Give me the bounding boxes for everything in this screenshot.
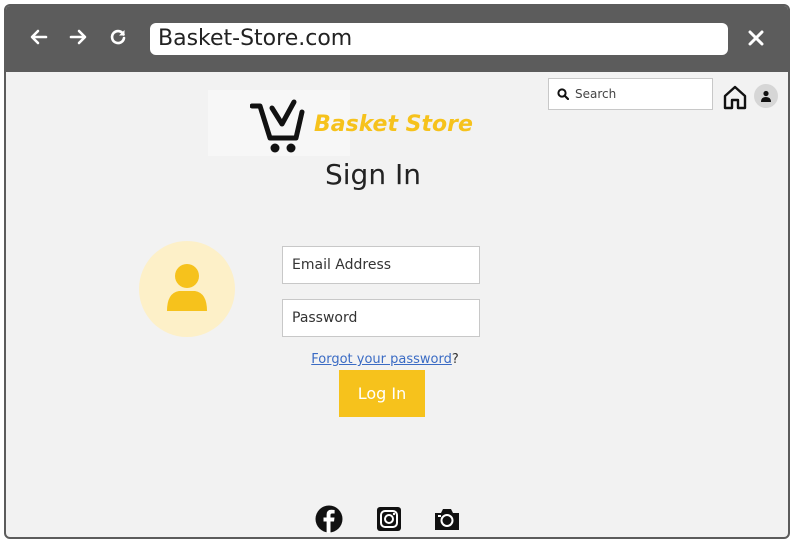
user-avatar-icon	[167, 264, 207, 311]
browser-window: Basket-Store.com Basket Store Sign In Em…	[4, 4, 790, 539]
forgot-password-suffix: ?	[451, 352, 459, 367]
home-icon	[723, 85, 747, 110]
page-content: Basket Store Sign In Email Address Passw…	[6, 72, 788, 537]
reload-icon	[110, 29, 126, 45]
user-avatar	[139, 241, 235, 337]
shopping-cart-icon	[250, 99, 305, 153]
login-button[interactable]: Log In	[339, 370, 425, 417]
address-bar[interactable]: Basket-Store.com	[150, 23, 728, 55]
close-icon	[748, 30, 764, 46]
browser-toolbar: Basket-Store.com	[6, 6, 788, 72]
search-icon	[557, 88, 569, 100]
forgot-password: Forgot your password?	[6, 352, 764, 367]
reload-button[interactable]	[105, 24, 131, 50]
back-button[interactable]	[26, 24, 52, 50]
facebook-link[interactable]	[314, 504, 344, 534]
password-field[interactable]: Password	[282, 299, 480, 337]
facebook-icon	[315, 505, 343, 533]
brand-name: Basket Store	[314, 112, 473, 137]
forward-button[interactable]	[65, 24, 91, 50]
camera-icon	[435, 509, 459, 530]
forgot-password-link[interactable]: Forgot your password	[311, 352, 452, 367]
page-title: Sign In	[325, 158, 421, 191]
arrow-right-icon	[69, 29, 87, 45]
user-icon	[761, 90, 771, 102]
instagram-link[interactable]	[374, 504, 404, 534]
camera-link[interactable]	[432, 504, 462, 534]
arrow-left-icon	[30, 29, 48, 45]
search-input[interactable]: Search	[575, 87, 616, 101]
instagram-icon	[377, 507, 401, 531]
account-button[interactable]	[754, 84, 778, 108]
search-box[interactable]: Search	[548, 78, 713, 110]
email-field[interactable]: Email Address	[282, 246, 480, 284]
close-button[interactable]	[744, 26, 768, 50]
home-button[interactable]	[722, 84, 748, 110]
